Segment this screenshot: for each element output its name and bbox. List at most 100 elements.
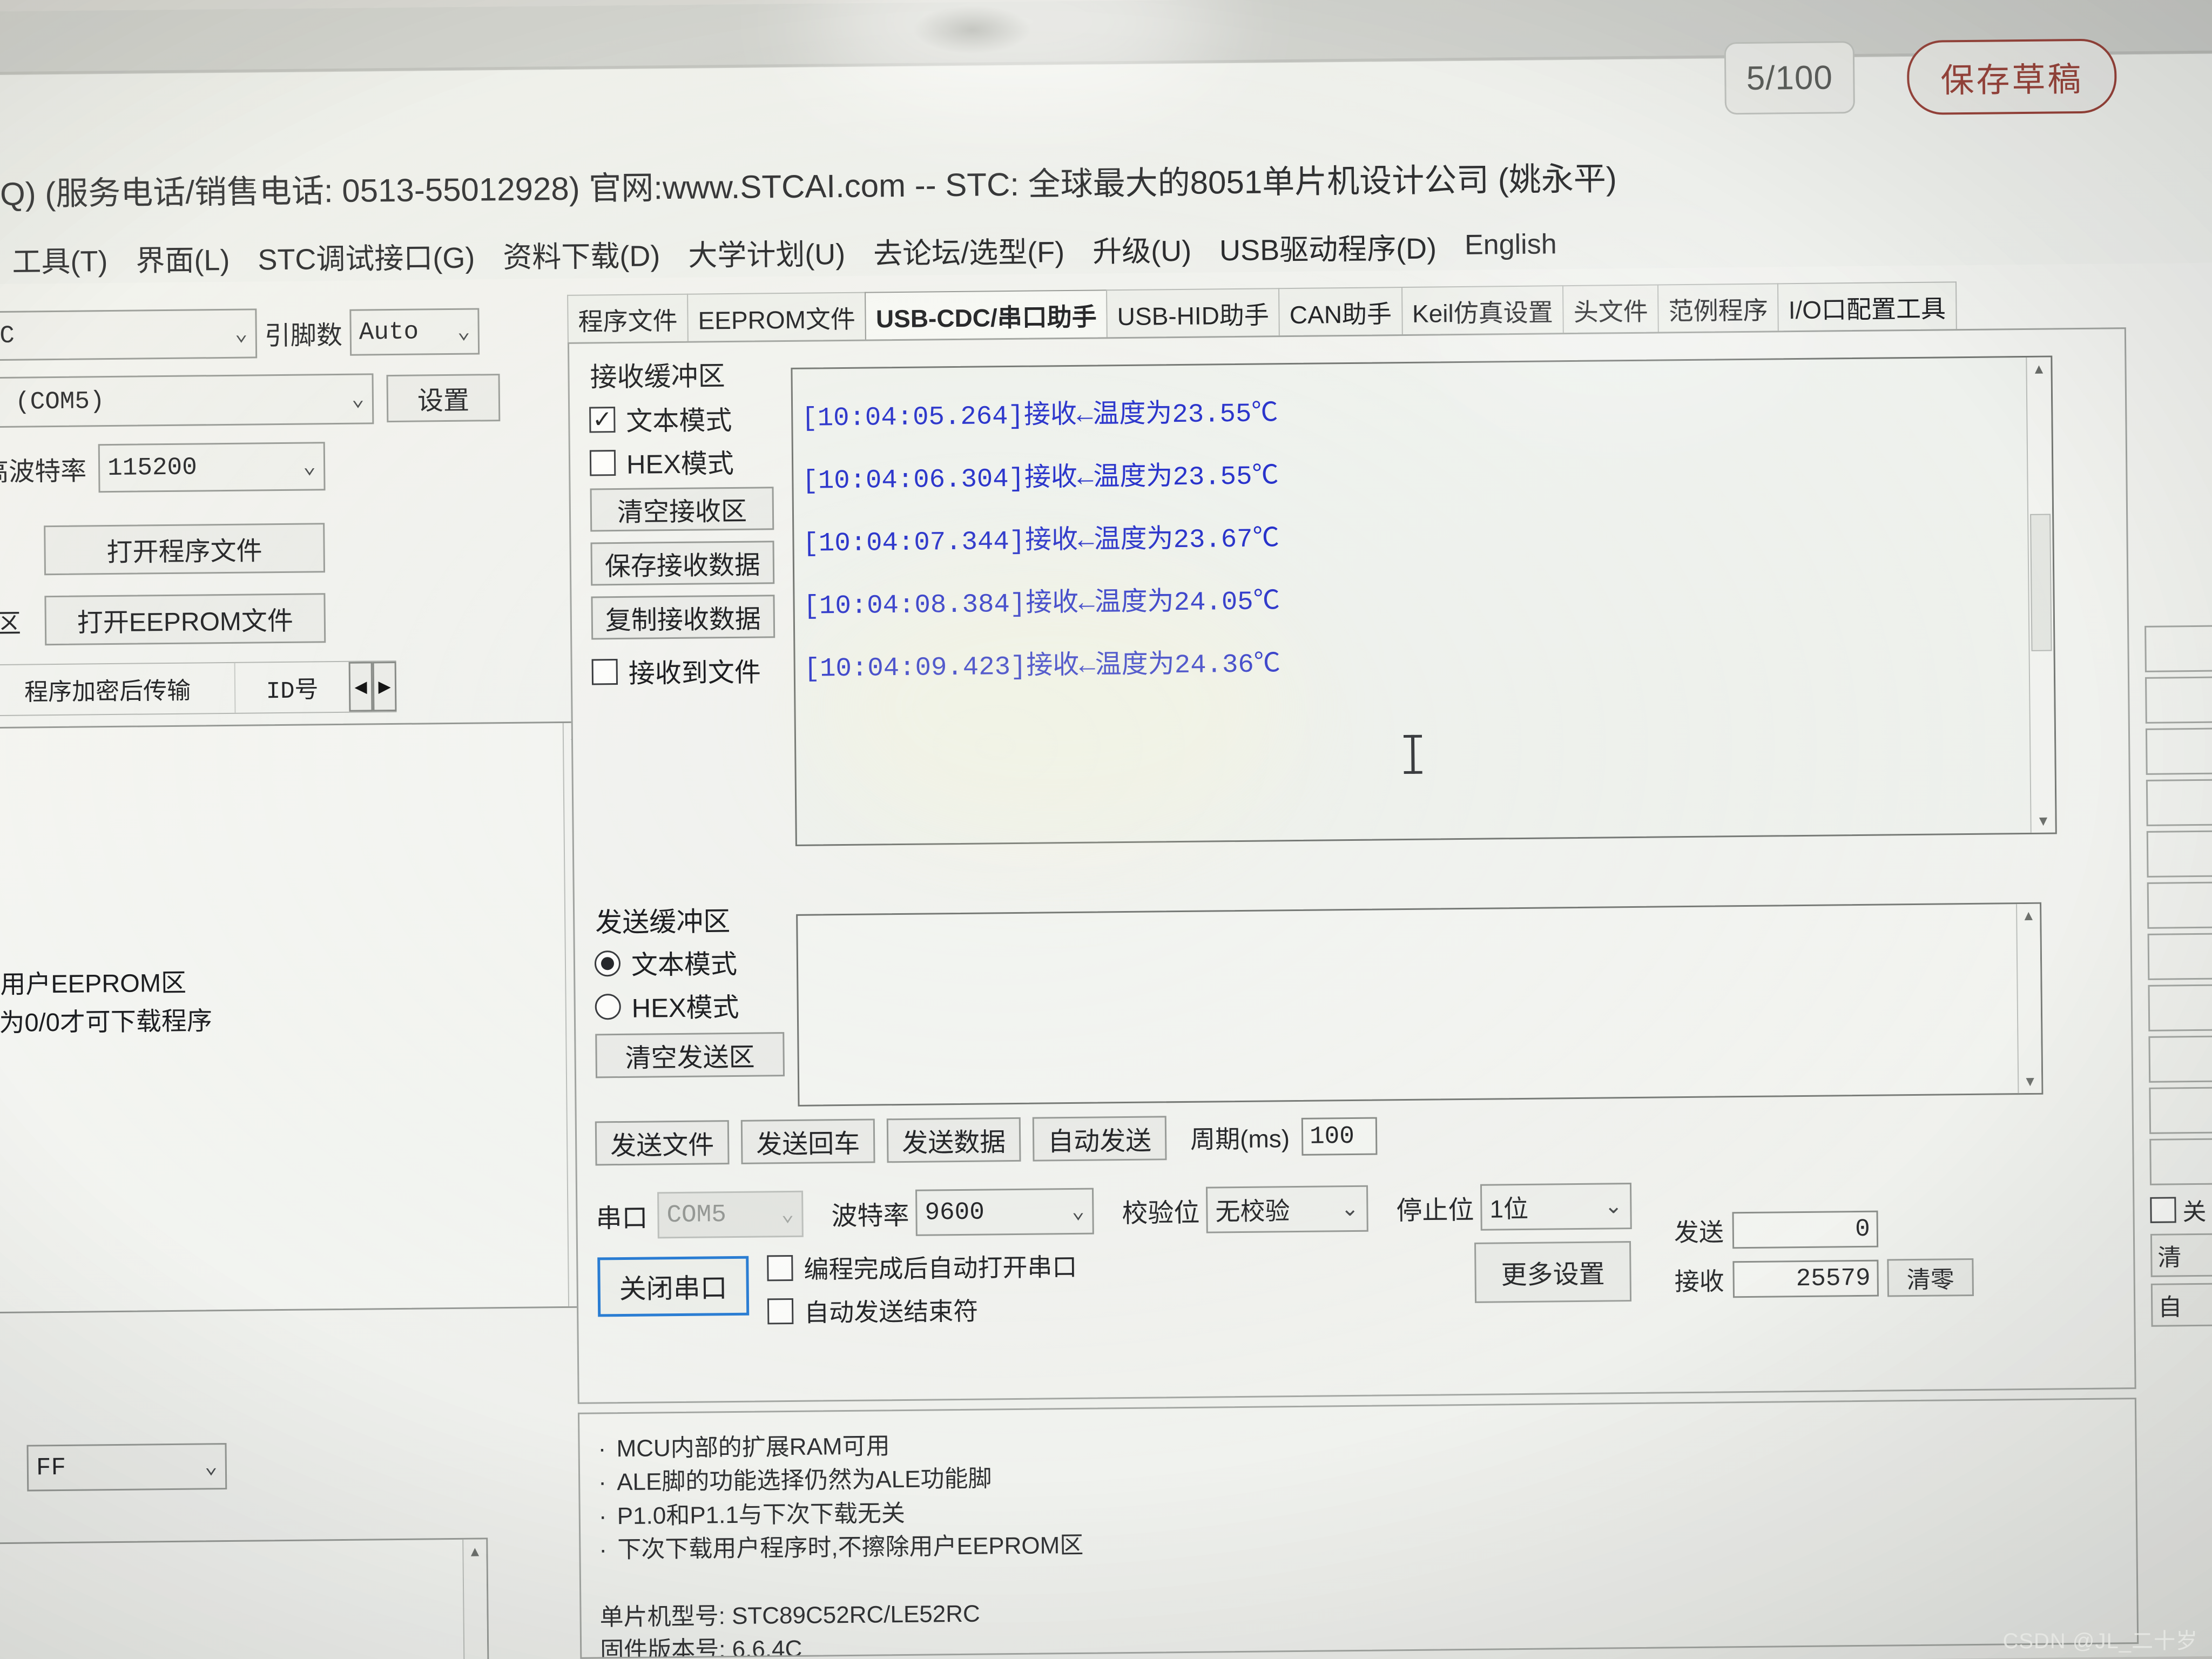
left-lower-list[interactable]: ▲ ▼ bbox=[0, 1537, 491, 1659]
open-eeprom-file-button[interactable]: 打开EEPROM文件 bbox=[44, 593, 326, 646]
menu-item-upgrade[interactable]: 升级(U) bbox=[1078, 226, 1206, 270]
multi-send-row-2[interactable]: 2 bbox=[2145, 676, 2212, 724]
chevron-down-icon: ⌄ bbox=[351, 387, 365, 413]
multi-send-row-8[interactable]: 8 bbox=[2148, 983, 2212, 1031]
scroll-up-icon[interactable]: ▲ bbox=[2027, 361, 2051, 377]
scroll-left-button[interactable]: ◀ bbox=[348, 662, 373, 712]
pin-count-select[interactable]: Auto ⌄ bbox=[349, 308, 480, 356]
tab-encrypt-transfer[interactable]: 程序加密后传输 bbox=[0, 663, 236, 716]
multi-send-row-11[interactable]: 11 bbox=[2149, 1137, 2212, 1185]
mcu-model-select[interactable]: C89C52RC/LE52RC ⌄ bbox=[0, 308, 258, 363]
serial-baud-select[interactable]: 9600 ⌄ bbox=[915, 1188, 1094, 1236]
save-receive-data-button[interactable]: 保存接收数据 bbox=[590, 541, 775, 586]
menu-item-usb-driver[interactable]: USB驱动程序(D) bbox=[1205, 224, 1451, 269]
auto-open-port-row[interactable]: 编程完成后自动打开串口 bbox=[767, 1247, 1077, 1286]
send-hex-mode-radio[interactable] bbox=[595, 993, 621, 1020]
send-hex-mode-row[interactable]: HEX模式 bbox=[595, 986, 739, 1026]
chevron-down-icon: ⌄ bbox=[204, 1455, 218, 1480]
scroll-up-icon[interactable]: ▲ bbox=[2017, 907, 2040, 924]
multi-send-row-9[interactable]: 9 bbox=[2148, 1035, 2212, 1083]
max-baud-value: 115200 bbox=[107, 453, 198, 483]
scroll-right-button[interactable]: ▶ bbox=[372, 661, 397, 712]
auto-terminator-checkbox[interactable] bbox=[767, 1298, 794, 1325]
send-text-mode-row[interactable]: 文本模式 bbox=[594, 943, 738, 983]
open-program-file-button[interactable]: 打开程序文件 bbox=[44, 523, 325, 576]
auto-open-port-checkbox[interactable] bbox=[767, 1255, 793, 1282]
tab-usb-cdc-serial-assistant[interactable]: USB-CDC/串口助手 bbox=[865, 289, 1108, 342]
fill-value-select[interactable]: FF ⌄ bbox=[26, 1443, 227, 1492]
receive-hex-mode-label: HEX模式 bbox=[626, 449, 734, 480]
hardware-options-list[interactable]: 需要修改硬件选项 双倍速)模式 荡器的放大增益 电才可停止看门狗 展RAM可用 … bbox=[0, 721, 594, 1316]
serial-port-select[interactable]: COM5 ⌄ bbox=[657, 1190, 804, 1239]
menu-item-tools[interactable]: 工具(T) bbox=[0, 237, 122, 280]
rx-count-value: 25579 bbox=[1796, 1264, 1871, 1293]
receive-hex-mode-row[interactable]: HEX模式 bbox=[589, 442, 734, 482]
multi-send-auto-button[interactable]: 自 bbox=[2150, 1282, 2212, 1327]
multi-send-row-1[interactable]: 1 bbox=[2144, 624, 2212, 672]
close-serial-port-button[interactable]: 关闭串口 bbox=[597, 1256, 750, 1317]
serial-parity-select[interactable]: 无校验 ⌄ bbox=[1206, 1185, 1368, 1233]
menu-item-stc-debug[interactable]: STC调试接口(G) bbox=[244, 233, 489, 278]
copy-receive-data-button[interactable]: 复制接收数据 bbox=[591, 595, 775, 640]
send-cr-button[interactable]: 发送回车 bbox=[740, 1118, 875, 1164]
tab-usb-hid-assistant[interactable]: USB-HID助手 bbox=[1106, 288, 1280, 340]
multi-send-close-checkbox[interactable] bbox=[2150, 1197, 2176, 1223]
left-lower-scrollbar[interactable]: ▲ ▼ bbox=[462, 1539, 489, 1659]
clear-code-buffer-label[interactable]: 清除代码缓冲区 bbox=[0, 532, 11, 572]
serial-device-value: B-SERIAL CH340 (COM5) bbox=[0, 387, 105, 419]
tab-id-number[interactable]: ID号 bbox=[235, 662, 349, 713]
scroll-up-icon[interactable]: ▲ bbox=[463, 1539, 486, 1563]
send-data-button[interactable]: 发送数据 bbox=[886, 1117, 1021, 1163]
multi-send-row-6[interactable]: 6 bbox=[2147, 881, 2212, 929]
clear-send-button[interactable]: 清空发送区 bbox=[595, 1032, 785, 1078]
multi-send-row-10[interactable]: 10 bbox=[2149, 1086, 2212, 1134]
tab-keil-simulation-settings[interactable]: Keil仿真设置 bbox=[1401, 285, 1564, 337]
clear-receive-button[interactable]: 清空接收区 bbox=[590, 487, 774, 532]
menu-item-english[interactable]: English bbox=[1451, 228, 1571, 261]
settings-button[interactable]: 设置 bbox=[386, 374, 501, 423]
menu-item-interface[interactable]: 界面(L) bbox=[122, 235, 244, 279]
multi-send-close-row[interactable]: 关 bbox=[2150, 1192, 2212, 1228]
receive-scrollbar-thumb[interactable] bbox=[2030, 514, 2052, 651]
serial-stopbits-select[interactable]: 1位 ⌄ bbox=[1480, 1183, 1632, 1231]
auto-terminator-row[interactable]: 自动发送结束符 bbox=[767, 1292, 979, 1330]
send-text-area[interactable]: ▲ ▼ bbox=[796, 902, 2044, 1107]
multi-send-row-5[interactable]: 5 bbox=[2146, 830, 2212, 878]
menu-item-downloads[interactable]: 资料下载(D) bbox=[489, 231, 675, 275]
receive-text-mode-row[interactable]: ✓ 文本模式 bbox=[589, 399, 732, 439]
send-scrollbar[interactable]: ▲ ▼ bbox=[2016, 903, 2042, 1094]
hardware-option-8[interactable]: 区的最后添加ID号 bbox=[0, 1036, 590, 1082]
save-draft-button[interactable]: 保存草稿 bbox=[1906, 38, 2117, 116]
receive-to-file-row[interactable]: 接收到文件 bbox=[591, 651, 761, 691]
tab-header-files[interactable]: 头文件 bbox=[1562, 284, 1660, 335]
multi-send-row-7[interactable]: 7 bbox=[2147, 932, 2212, 980]
multi-send-row-4[interactable]: 4 bbox=[2146, 778, 2212, 826]
tab-example-programs[interactable]: 范例程序 bbox=[1657, 283, 1779, 334]
receive-hex-mode-checkbox[interactable] bbox=[589, 449, 616, 476]
multi-send-clear-button[interactable]: 清 bbox=[2150, 1232, 2212, 1277]
send-file-button[interactable]: 发送文件 bbox=[595, 1120, 730, 1166]
reset-counters-button[interactable]: 清零 bbox=[1887, 1258, 1974, 1297]
auto-send-button[interactable]: 自动发送 bbox=[1032, 1116, 1167, 1162]
more-settings-button[interactable]: 更多设置 bbox=[1474, 1241, 1632, 1303]
send-text-mode-radio[interactable] bbox=[594, 950, 621, 976]
tab-can-assistant[interactable]: CAN助手 bbox=[1278, 287, 1403, 338]
receive-scrollbar[interactable]: ▲ ▼ bbox=[2026, 357, 2055, 833]
receive-to-file-checkbox[interactable] bbox=[591, 658, 618, 685]
tab-eeprom-file[interactable]: EEPROM文件 bbox=[687, 292, 867, 343]
tab-io-config-tool[interactable]: I/O口配置工具 bbox=[1777, 281, 1957, 333]
auto-open-port-label: 编程完成后自动打开串口 bbox=[804, 1252, 1077, 1284]
receive-text-mode-checkbox[interactable]: ✓ bbox=[589, 406, 616, 433]
menu-item-forum[interactable]: 去论坛/选型(F) bbox=[859, 227, 1079, 272]
scroll-down-icon[interactable]: ▼ bbox=[2019, 1073, 2041, 1090]
receive-text-area[interactable]: [10:04:05.264]接收←温度为23.55℃ [10:04:06.304… bbox=[791, 355, 2057, 846]
menu-item-university[interactable]: 大学计划(U) bbox=[674, 230, 860, 274]
scroll-down-icon[interactable]: ▼ bbox=[2031, 812, 2055, 829]
max-baud-select[interactable]: 115200 ⌄ bbox=[98, 442, 326, 493]
serial-device-select[interactable]: B-SERIAL CH340 (COM5) ⌄ bbox=[0, 373, 374, 430]
tab-program-file[interactable]: 程序文件 bbox=[567, 293, 689, 345]
multi-send-row-3[interactable]: 3 bbox=[2145, 727, 2212, 775]
chevron-down-icon: ⌄ bbox=[302, 455, 316, 480]
clear-eeprom-buffer-label[interactable]: 清除EEPROM缓冲区 bbox=[0, 602, 21, 642]
send-period-input[interactable]: 100 bbox=[1301, 1117, 1378, 1156]
